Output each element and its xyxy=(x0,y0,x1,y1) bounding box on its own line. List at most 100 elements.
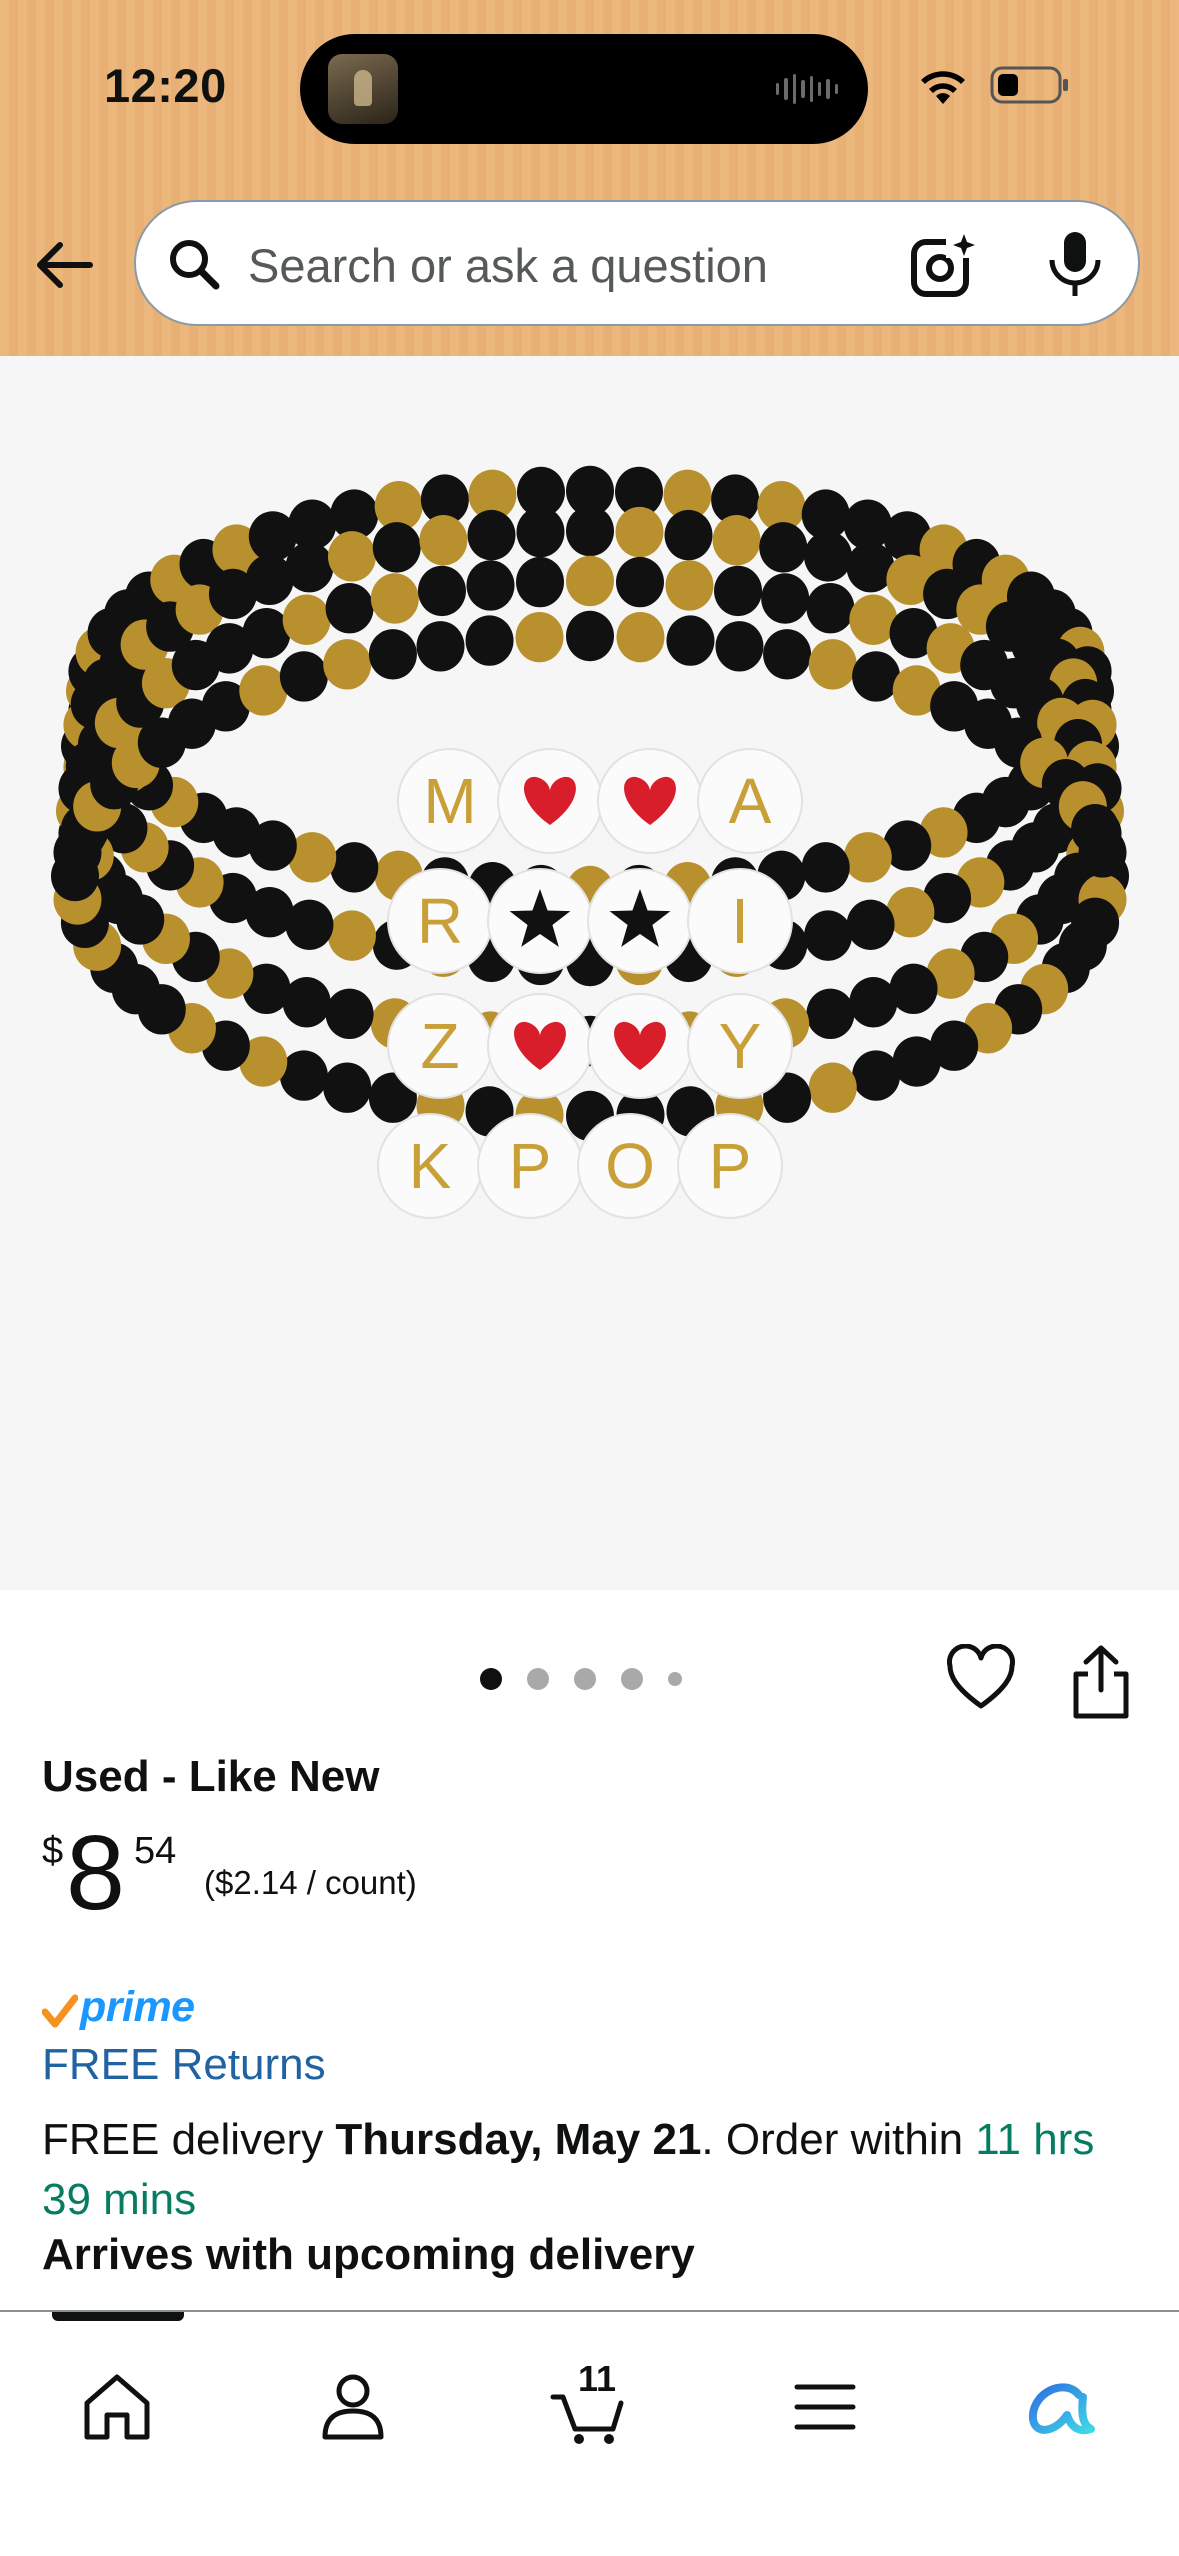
search-input[interactable] xyxy=(246,226,1010,304)
bead xyxy=(615,506,664,558)
bead xyxy=(419,515,468,566)
bead xyxy=(892,1036,941,1087)
bead xyxy=(372,522,421,573)
bead xyxy=(714,565,763,617)
bead xyxy=(368,629,417,680)
carousel-dot[interactable] xyxy=(574,1668,596,1690)
bottom-navigation: 11 xyxy=(0,2310,1179,2556)
bead xyxy=(615,556,664,608)
price-whole: 8 xyxy=(66,1814,125,1932)
bead-letter: Y xyxy=(719,1010,762,1082)
bracelet-illustration: M AR IZ YK P O P xyxy=(51,465,1129,1219)
rufus-icon xyxy=(1029,2383,1095,2435)
bead xyxy=(566,555,614,607)
nav-rufus[interactable] xyxy=(1006,2352,1116,2462)
bead xyxy=(808,1062,857,1113)
bead xyxy=(852,1050,901,1101)
bead-letter: P xyxy=(509,1130,552,1202)
carousel-dot[interactable] xyxy=(621,1668,643,1690)
bead xyxy=(325,582,374,634)
bead xyxy=(801,842,850,893)
carousel-dot[interactable] xyxy=(480,1668,502,1690)
now-playing-thumbnail xyxy=(328,54,398,124)
dynamic-island xyxy=(300,34,868,144)
delivery-prefix: FREE delivery xyxy=(42,2115,336,2164)
bead-letter: K xyxy=(409,1130,452,1202)
bead xyxy=(759,522,808,573)
bead xyxy=(285,542,334,593)
bead xyxy=(806,988,855,1040)
bead xyxy=(566,505,614,557)
delivery-info: FREE delivery Thursday, May 21. Order wi… xyxy=(42,2110,1142,2230)
bead xyxy=(282,594,331,645)
wifi-icon xyxy=(921,71,965,104)
bead xyxy=(666,615,715,666)
bead xyxy=(849,977,898,1028)
bead-letter: Z xyxy=(420,1010,459,1082)
image-carousel-dots[interactable] xyxy=(480,1668,682,1690)
unit-price: ($2.14 / count) xyxy=(204,1864,417,1901)
bead xyxy=(516,506,565,558)
bead-letter: M xyxy=(423,765,476,837)
search-bar[interactable] xyxy=(134,200,1140,326)
bead xyxy=(325,988,374,1040)
bead xyxy=(323,1062,372,1113)
carousel-dot[interactable] xyxy=(527,1668,549,1690)
nav-cart[interactable]: 11 xyxy=(534,2352,644,2462)
bead xyxy=(852,651,901,702)
bead xyxy=(804,910,853,961)
price-symbol: $ xyxy=(42,1830,64,1872)
bead xyxy=(516,556,565,608)
bead-letter: P xyxy=(709,1130,752,1202)
bead xyxy=(566,610,614,662)
delivery-date: Thursday, May 21 xyxy=(335,2115,702,2164)
bead xyxy=(616,611,665,663)
prime-badge: prime xyxy=(42,1980,195,2030)
audio-wave-icon xyxy=(776,72,838,106)
price-fraction: 54 xyxy=(134,1830,177,1872)
bead xyxy=(466,560,515,611)
search-icon xyxy=(170,240,220,290)
bead xyxy=(715,621,764,672)
prime-label: prime xyxy=(80,1983,195,2031)
bead xyxy=(665,560,714,611)
back-arrow-icon[interactable] xyxy=(30,230,100,300)
bead xyxy=(327,910,376,961)
bead-letter: O xyxy=(605,1130,655,1202)
prime-check-icon xyxy=(42,1994,78,2028)
product-image[interactable]: MARIZYKPOP xyxy=(0,356,1179,1590)
header: 12:20 xyxy=(0,0,1179,356)
bead xyxy=(846,899,895,950)
nav-account[interactable] xyxy=(298,2352,408,2462)
bead-letter: R xyxy=(417,885,463,957)
share-icon[interactable] xyxy=(1068,1644,1134,1720)
nav-home[interactable] xyxy=(62,2352,172,2462)
bead xyxy=(843,832,892,883)
cart-count: 11 xyxy=(578,2358,617,2399)
free-returns-link[interactable]: FREE Returns xyxy=(42,2040,326,2090)
carousel-dot[interactable] xyxy=(668,1672,682,1686)
bead xyxy=(712,515,761,566)
bead-letter: A xyxy=(729,765,772,837)
bead xyxy=(323,639,372,690)
order-within-prefix: . Order within xyxy=(701,2115,976,2164)
active-tab-indicator xyxy=(52,2312,184,2321)
bead xyxy=(804,531,853,582)
bead xyxy=(808,639,857,690)
menu-icon xyxy=(794,2384,856,2430)
bead-letter: I xyxy=(731,885,749,957)
bead xyxy=(416,621,465,672)
nav-menu[interactable] xyxy=(770,2352,880,2462)
bead xyxy=(370,573,419,624)
home-icon xyxy=(84,2374,150,2440)
bead xyxy=(761,573,810,624)
status-time: 12:20 xyxy=(104,59,227,112)
microphone-icon[interactable] xyxy=(1042,228,1108,300)
bead xyxy=(515,611,564,663)
heart-icon[interactable] xyxy=(946,1644,1016,1714)
item-condition: Used - Like New xyxy=(42,1752,380,1801)
camera-lens-icon[interactable] xyxy=(908,230,978,300)
bead xyxy=(330,842,379,893)
bead xyxy=(327,531,376,582)
bead xyxy=(806,582,855,634)
